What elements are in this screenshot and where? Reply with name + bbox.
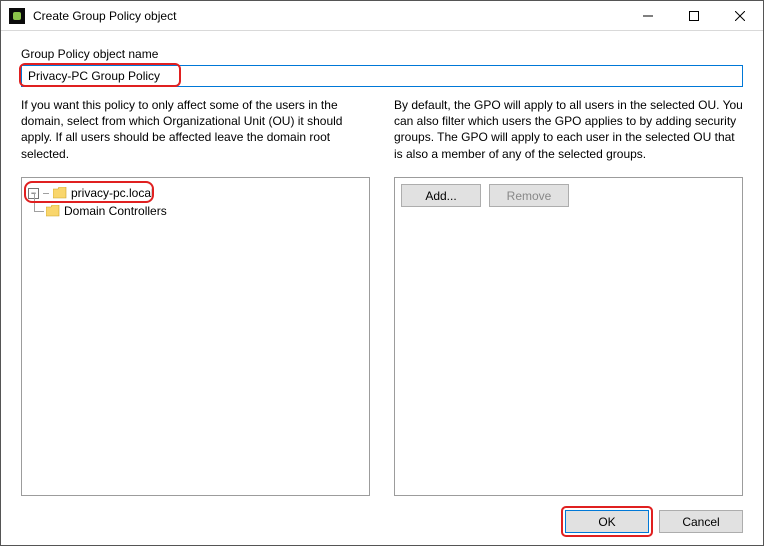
- tree-root-node[interactable]: − privacy-pc.local: [28, 184, 363, 202]
- tree-root-label: privacy-pc.local: [71, 186, 154, 200]
- titlebar: Create Group Policy object: [1, 1, 763, 31]
- maximize-button[interactable]: [671, 1, 717, 31]
- close-button[interactable]: [717, 1, 763, 31]
- dialog-footer: OK Cancel: [21, 496, 743, 533]
- window-title: Create Group Policy object: [33, 9, 625, 23]
- ou-description: If you want this policy to only affect s…: [21, 97, 370, 167]
- tree-child-node[interactable]: Domain Controllers: [46, 202, 363, 220]
- groups-column: By default, the GPO will apply to all us…: [394, 97, 743, 496]
- folder-icon: [53, 187, 67, 199]
- ou-column: If you want this policy to only affect s…: [21, 97, 370, 496]
- groups-description: By default, the GPO will apply to all us…: [394, 97, 743, 167]
- minimize-button[interactable]: [625, 1, 671, 31]
- add-button[interactable]: Add...: [401, 184, 481, 207]
- folder-icon: [46, 205, 60, 217]
- remove-button: Remove: [489, 184, 569, 207]
- groups-panel[interactable]: Add... Remove: [394, 177, 743, 496]
- ok-button[interactable]: OK: [565, 510, 649, 533]
- tree-child-label: Domain Controllers: [64, 204, 167, 218]
- app-icon: [9, 8, 25, 24]
- dialog-content: Group Policy object name If you want thi…: [1, 31, 763, 545]
- name-label: Group Policy object name: [21, 47, 743, 61]
- tree-connector: [43, 193, 49, 194]
- ou-tree-panel[interactable]: − privacy-pc.local Domain Controllers: [21, 177, 370, 496]
- policy-name-input[interactable]: [21, 65, 743, 87]
- cancel-button[interactable]: Cancel: [659, 510, 743, 533]
